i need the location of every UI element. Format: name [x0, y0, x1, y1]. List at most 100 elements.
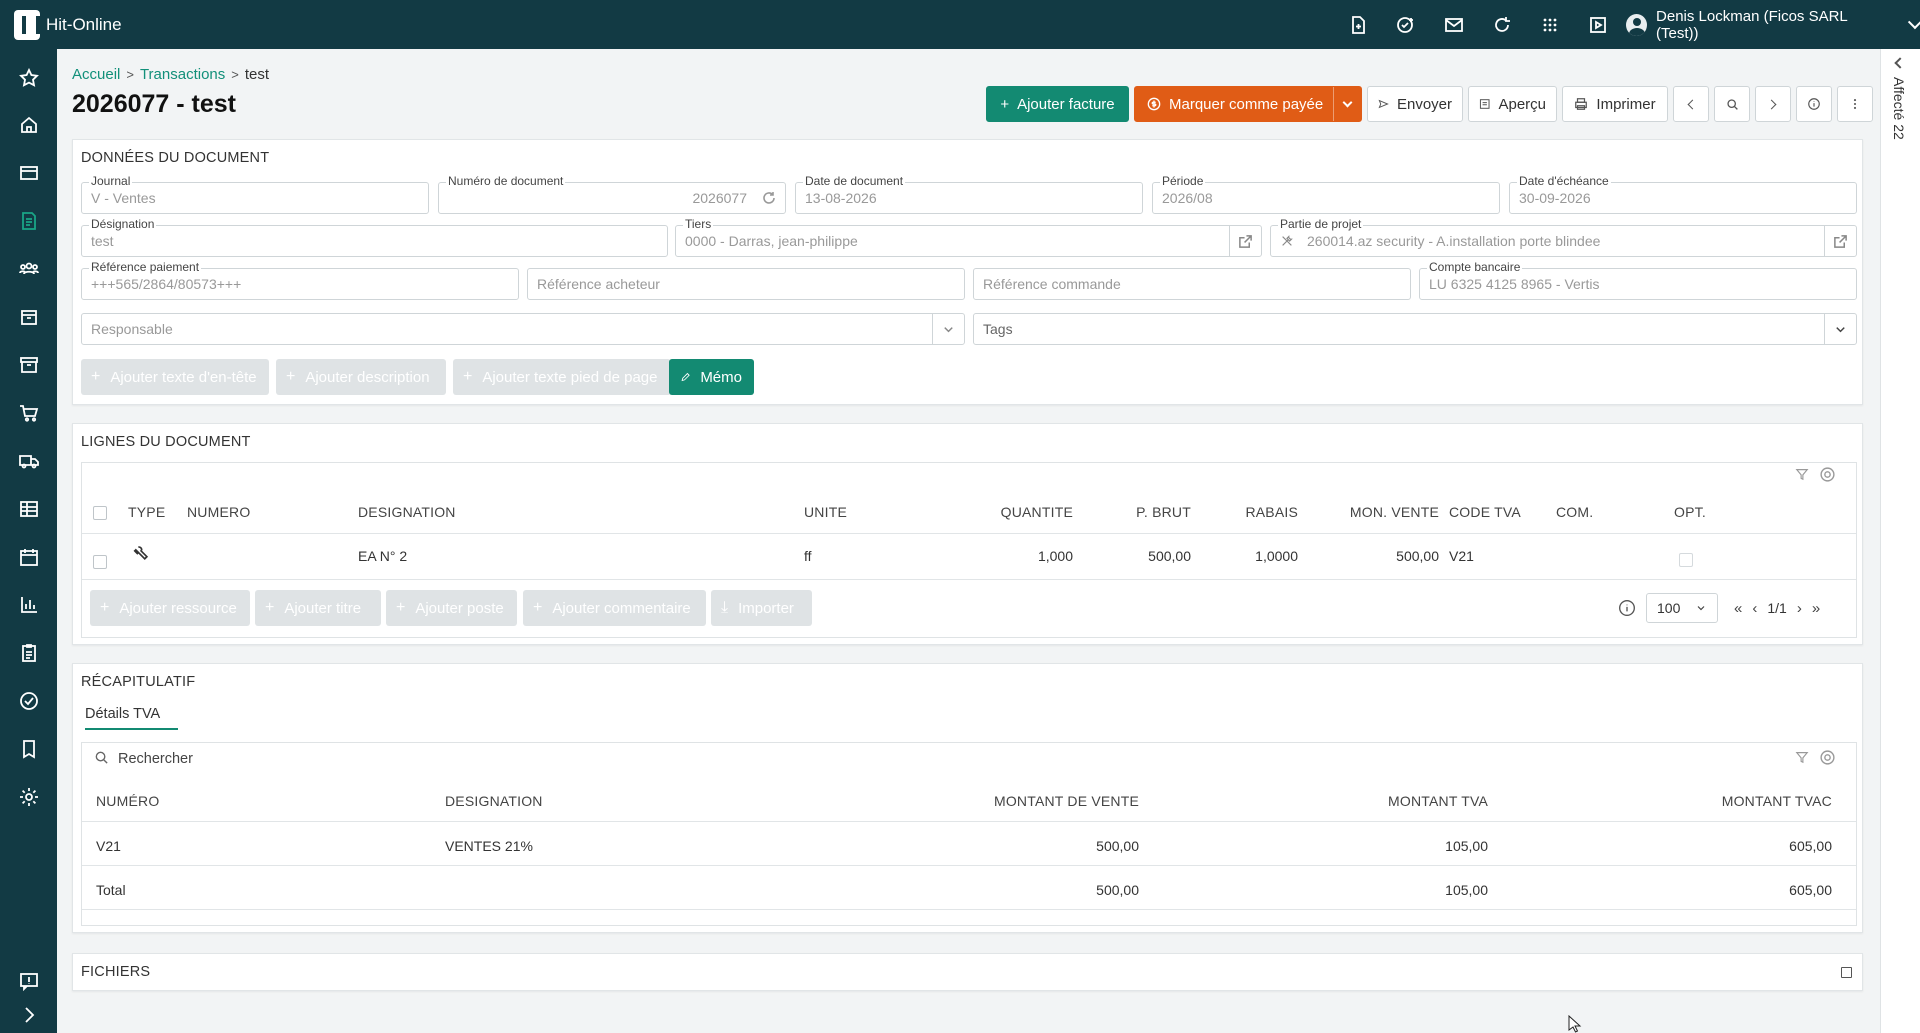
- column-header[interactable]: NUMERO: [187, 504, 250, 520]
- column-header[interactable]: TYPE: [128, 504, 165, 520]
- breadcrumb-home[interactable]: Accueil: [72, 66, 120, 83]
- document-icon[interactable]: [0, 201, 57, 241]
- tags-select[interactable]: Tags: [973, 313, 1857, 345]
- select-all-checkbox[interactable]: [93, 506, 107, 520]
- info-button[interactable]: [1796, 86, 1832, 122]
- refresh-icon[interactable]: [1478, 0, 1526, 49]
- tab-vat-details[interactable]: Détails TVA: [85, 706, 179, 730]
- prev-page-icon[interactable]: ‹: [1752, 600, 1757, 617]
- buyer-reference-input[interactable]: Référence acheteur: [527, 268, 965, 300]
- archive-icon[interactable]: [0, 345, 57, 385]
- import-button[interactable]: ⤓ Importer: [711, 590, 812, 626]
- add-footer-text-button[interactable]: + Ajouter texte pied de page: [453, 359, 671, 395]
- optional-checkbox[interactable]: [1679, 553, 1693, 567]
- users-icon[interactable]: [0, 249, 57, 289]
- more-button[interactable]: [1837, 86, 1873, 122]
- period-field[interactable]: Période 2026/08: [1152, 174, 1500, 214]
- filter-icon[interactable]: [1795, 467, 1809, 484]
- column-header[interactable]: COM.: [1556, 504, 1593, 520]
- column-header[interactable]: RABAIS: [1245, 504, 1298, 520]
- open-external-icon[interactable]: [1824, 226, 1856, 256]
- gear-icon[interactable]: [1819, 749, 1836, 769]
- star-icon[interactable]: [0, 58, 57, 98]
- due-date-field[interactable]: Date d'échéance 30-09-2026: [1509, 174, 1857, 214]
- section-title: LIGNES DU DOCUMENT: [81, 434, 251, 450]
- designation-field[interactable]: Désignation test: [81, 217, 668, 257]
- add-description-button[interactable]: + Ajouter description: [276, 359, 446, 395]
- column-header[interactable]: CODE TVA: [1449, 504, 1521, 520]
- truck-icon[interactable]: [0, 441, 57, 481]
- mail-icon[interactable]: [1430, 0, 1478, 49]
- cart-icon[interactable]: [0, 393, 57, 433]
- filter-icon[interactable]: [1795, 750, 1809, 767]
- order-reference-input[interactable]: Référence commande: [973, 268, 1411, 300]
- row-checkbox[interactable]: [93, 555, 107, 569]
- add-post-button[interactable]: + Ajouter poste: [386, 590, 517, 626]
- check-circle-icon[interactable]: [0, 681, 57, 721]
- tiers-field[interactable]: Tiers 0000 - Darras, jean-philippe: [675, 217, 1262, 257]
- first-page-icon[interactable]: «: [1734, 600, 1742, 617]
- add-comment-button[interactable]: + Ajouter commentaire: [523, 590, 706, 626]
- chevron-left-icon[interactable]: [1894, 57, 1906, 69]
- refresh-icon[interactable]: [761, 183, 777, 213]
- search-button[interactable]: [1714, 86, 1750, 122]
- last-page-icon[interactable]: »: [1812, 600, 1820, 617]
- column-header[interactable]: DESIGNATION: [445, 793, 543, 809]
- add-resource-button[interactable]: + Ajouter ressource: [90, 590, 250, 626]
- mark-paid-button[interactable]: Marquer comme payée: [1134, 86, 1362, 122]
- add-invoice-button[interactable]: + Ajouter facture: [986, 86, 1129, 122]
- home-icon[interactable]: [0, 105, 57, 145]
- info-icon[interactable]: [1618, 599, 1636, 617]
- box-icon[interactable]: [0, 297, 57, 337]
- column-header[interactable]: UNITE: [804, 504, 847, 520]
- column-header[interactable]: OPT.: [1674, 504, 1706, 520]
- add-header-text-button[interactable]: + Ajouter texte d'en-tête: [81, 359, 269, 395]
- gear-icon[interactable]: [0, 777, 57, 817]
- user-menu[interactable]: Denis Lockman (Ficos SARL (Test)): [1626, 0, 1920, 49]
- chevron-down-icon[interactable]: [932, 314, 964, 344]
- book-icon[interactable]: [0, 729, 57, 769]
- send-button[interactable]: Envoyer: [1367, 86, 1463, 122]
- ledger-icon[interactable]: [0, 489, 57, 529]
- expand-icon[interactable]: [0, 995, 57, 1033]
- responsible-select[interactable]: Responsable: [81, 313, 965, 345]
- add-title-button[interactable]: + Ajouter titre: [255, 590, 381, 626]
- file-add-icon[interactable]: [1334, 0, 1382, 49]
- breadcrumb-transactions[interactable]: Transactions: [140, 66, 225, 83]
- column-header[interactable]: P. BRUT: [1136, 504, 1191, 520]
- document-number-field[interactable]: Numéro de document 2026077: [438, 174, 786, 214]
- calendar-icon[interactable]: [0, 537, 57, 577]
- column-header[interactable]: MONTANT TVA: [1388, 793, 1488, 809]
- bank-account-field[interactable]: Compte bancaire LU 6325 4125 8965 - Vert…: [1419, 260, 1857, 300]
- assigned-label[interactable]: Affecté 22: [1891, 77, 1907, 140]
- print-button[interactable]: Imprimer: [1562, 86, 1668, 122]
- column-header[interactable]: QUANTITE: [1001, 504, 1073, 520]
- chevron-down-icon[interactable]: [1333, 87, 1361, 121]
- expand-icon[interactable]: [1841, 967, 1852, 978]
- column-header[interactable]: MON. VENTE: [1350, 504, 1439, 520]
- column-header[interactable]: MONTANT TVAC: [1722, 793, 1832, 809]
- search-input[interactable]: Rechercher: [118, 751, 193, 767]
- task-check-icon[interactable]: [1382, 0, 1430, 49]
- chevron-down-icon[interactable]: [1824, 314, 1856, 344]
- next-button[interactable]: [1755, 86, 1791, 122]
- column-header[interactable]: DESIGNATION: [358, 504, 456, 520]
- project-part-field[interactable]: Partie de projet 260014.az security - A.…: [1270, 217, 1857, 257]
- card-icon[interactable]: [0, 153, 57, 193]
- column-header[interactable]: MONTANT DE VENTE: [994, 793, 1139, 809]
- column-header[interactable]: NUMÉRO: [96, 793, 159, 809]
- next-page-icon[interactable]: ›: [1797, 600, 1802, 617]
- chart-icon[interactable]: [0, 585, 57, 625]
- memo-button[interactable]: Mémo: [669, 359, 754, 395]
- apps-grid-icon[interactable]: [1526, 0, 1574, 49]
- previous-button[interactable]: [1673, 86, 1709, 122]
- document-date-field[interactable]: Date de document 13-08-2026: [795, 174, 1143, 214]
- clipboard-icon[interactable]: [0, 633, 57, 673]
- journal-field[interactable]: Journal V - Ventes: [81, 174, 429, 214]
- page-size-select[interactable]: 100: [1646, 593, 1718, 623]
- open-external-icon[interactable]: [1229, 226, 1261, 256]
- video-icon[interactable]: [1574, 0, 1622, 49]
- payment-reference-field[interactable]: Référence paiement +++565/2864/80573+++: [81, 260, 519, 300]
- preview-button[interactable]: Aperçu: [1468, 86, 1557, 122]
- gear-icon[interactable]: [1819, 466, 1836, 486]
